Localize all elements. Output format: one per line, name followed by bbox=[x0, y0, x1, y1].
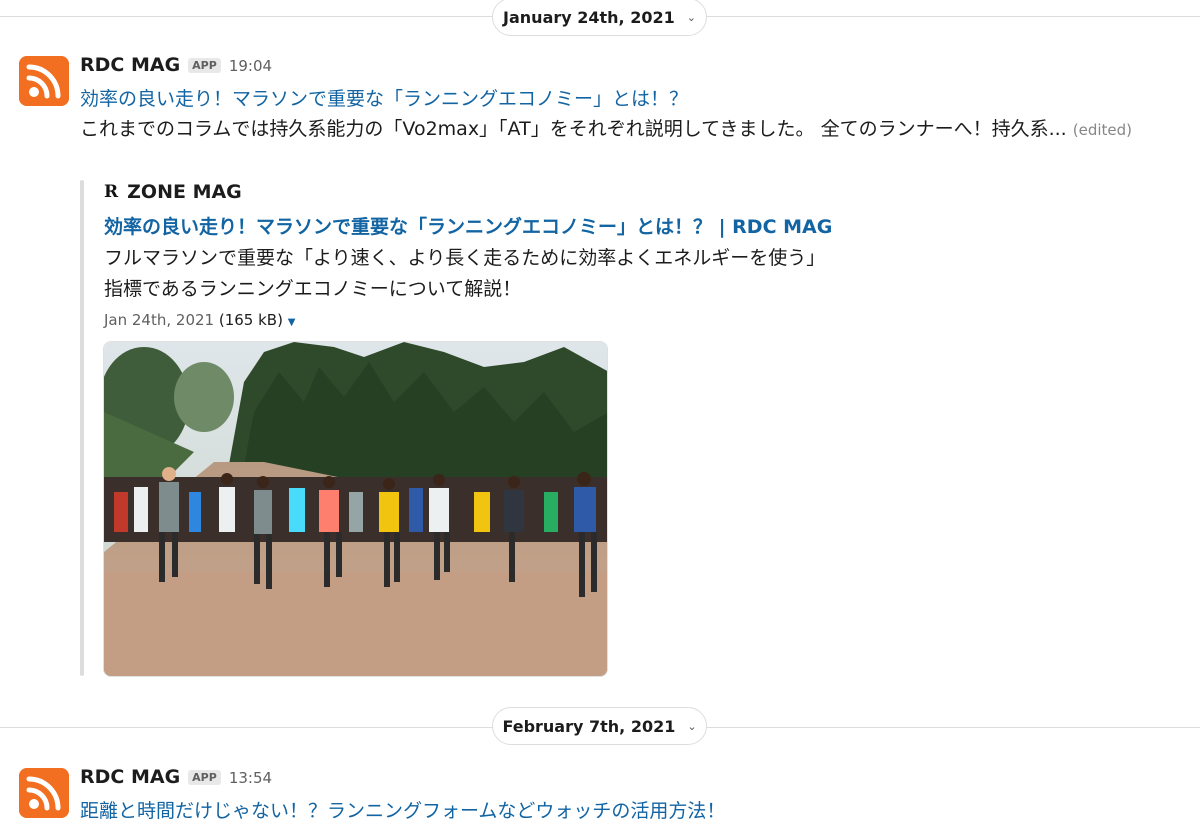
rss-avatar[interactable] bbox=[19, 768, 69, 818]
attachment-meta: Jan 24th, 2021 (165 kB) ▼ bbox=[104, 311, 295, 329]
attachment-source-name[interactable]: ZONE MAG bbox=[127, 181, 242, 203]
app-badge: APP bbox=[188, 58, 221, 73]
message-body: これまでのコラムでは持久系能力の「Vo2max」「AT」をそれぞれ説明してきまし… bbox=[80, 114, 1150, 146]
attachment-size: (165 kB) bbox=[218, 311, 283, 329]
message-header: RDC MAG APP 13:54 bbox=[80, 766, 272, 788]
attachment-image[interactable] bbox=[103, 341, 608, 677]
runners-photo bbox=[104, 342, 607, 676]
date-divider-label: January 24th, 2021 bbox=[503, 7, 675, 27]
rss-icon bbox=[19, 56, 69, 106]
message-time[interactable]: 19:04 bbox=[229, 57, 272, 75]
zone-mag-logo: R bbox=[104, 182, 118, 202]
date-divider-button[interactable]: January 24th, 2021 ⌄ bbox=[492, 0, 707, 36]
caret-down-icon[interactable]: ▼ bbox=[288, 317, 296, 328]
date-divider-label: February 7th, 2021 bbox=[502, 716, 676, 736]
message-link[interactable]: 効率の良い走り！マラソンで重要な「ランニングエコノミー」とは！？ bbox=[80, 84, 688, 111]
attachment-desc-line: フルマラソンで重要な「より速く、より長く走るために効率よくエネルギーを使う」 bbox=[104, 247, 826, 269]
edited-label: (edited) bbox=[1072, 121, 1133, 139]
attachment-source: R ZONE MAG bbox=[104, 181, 242, 203]
sender-name[interactable]: RDC MAG bbox=[80, 766, 180, 788]
date-divider-button[interactable]: February 7th, 2021 ⌄ bbox=[492, 707, 707, 745]
rss-icon bbox=[19, 768, 69, 818]
attachment-desc-line: 指標であるランニングエコノミーについて解説！ bbox=[104, 278, 522, 300]
message-body-text: これまでのコラムでは持久系能力の「Vo2max」「AT」をそれぞれ説明してきまし… bbox=[80, 118, 1067, 140]
attachment-bar bbox=[80, 180, 84, 676]
message-time[interactable]: 13:54 bbox=[229, 769, 272, 787]
chevron-down-icon: ⌄ bbox=[686, 10, 696, 24]
rss-avatar[interactable] bbox=[19, 56, 69, 106]
attachment-description: フルマラソンで重要な「より速く、より長く走るために効率よくエネルギーを使う」 指… bbox=[104, 243, 1004, 305]
message-header: RDC MAG APP 19:04 bbox=[80, 54, 272, 76]
message-link[interactable]: 距離と時間だけじゃない！？ランニングフォームなどウォッチの活用方法！ bbox=[80, 796, 725, 823]
attachment-date: Jan 24th, 2021 bbox=[104, 311, 215, 329]
app-badge: APP bbox=[188, 770, 221, 785]
chevron-down-icon: ⌄ bbox=[687, 719, 697, 733]
sender-name[interactable]: RDC MAG bbox=[80, 54, 180, 76]
attachment-title[interactable]: 効率の良い走り！マラソンで重要な「ランニングエコノミー」とは！？ | RDC M… bbox=[104, 212, 832, 239]
